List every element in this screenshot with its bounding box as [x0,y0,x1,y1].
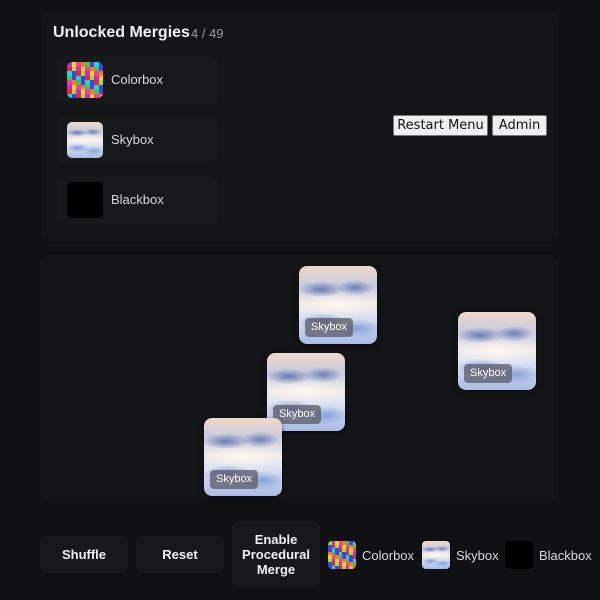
board-tile-skybox[interactable]: Skybox [299,266,377,344]
unlocked-item-colorbox[interactable]: Colorbox [58,56,218,104]
tile-label: Skybox [464,364,513,383]
enable-procedural-merge-button[interactable]: Enable Procedural Merge [232,521,320,588]
legend-label: Colorbox [362,548,415,563]
legend-label: Blackbox [539,548,592,563]
unlocked-item-label: Colorbox [111,72,164,87]
unlocked-count: 4 / 49 [191,26,224,41]
colorbox-thumbnail-icon [328,541,356,569]
unlocked-item-skybox[interactable]: Skybox [58,116,218,164]
unlocked-item-blackbox[interactable]: Blackbox [58,176,218,224]
board-tile-skybox[interactable]: Skybox [204,418,282,496]
colorbox-thumbnail-icon [67,62,103,98]
shuffle-button[interactable]: Shuffle [40,536,128,573]
tile-label: Skybox [210,470,259,489]
restart-menu-button[interactable]: Restart Menu [393,115,488,136]
skybox-thumbnail-icon [67,122,103,158]
tile-label: Skybox [305,318,354,337]
unlocked-item-label: Blackbox [111,192,164,207]
unlocked-item-label: Skybox [111,132,154,147]
legend-label: Skybox [456,548,499,563]
unlocked-mergies-title: Unlocked Mergies [53,24,190,41]
blackbox-thumbnail-icon [67,182,103,218]
admin-button[interactable]: Admin [492,115,547,136]
skybox-thumbnail-icon [422,541,450,569]
blackbox-thumbnail-icon [505,541,533,569]
reset-button[interactable]: Reset [136,536,224,573]
board-tile-skybox[interactable]: Skybox [458,312,536,390]
